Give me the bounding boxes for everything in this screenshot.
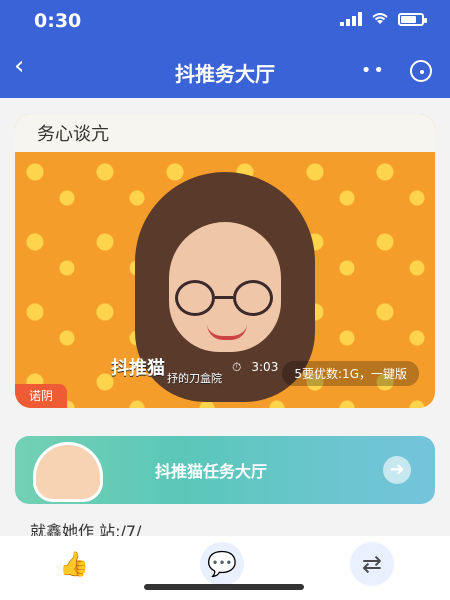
left-lens bbox=[175, 280, 215, 316]
more-button[interactable]: •• bbox=[361, 60, 386, 81]
corner-badge: 诺阴 bbox=[15, 384, 67, 408]
arrow-right-icon: ➜ bbox=[383, 456, 411, 484]
video-time: 3:03 bbox=[251, 360, 279, 374]
home-indicator bbox=[144, 584, 304, 590]
status-icons bbox=[340, 12, 427, 26]
thumbs-up-icon: 👍 bbox=[59, 550, 89, 578]
wifi-icon bbox=[372, 13, 388, 24]
cartoon-avatar bbox=[33, 442, 103, 502]
glasses bbox=[175, 280, 275, 316]
message-button[interactable]: 💬 bbox=[200, 542, 244, 586]
card-top-strip: 务心谈亢 bbox=[15, 114, 435, 152]
status-time: 0:30 bbox=[34, 10, 82, 32]
clock-icon: ⏱ bbox=[232, 359, 242, 374]
glasses-bridge bbox=[215, 296, 233, 299]
right-lens bbox=[233, 280, 273, 316]
banner-text: 抖推猫任务大厅 bbox=[155, 462, 268, 481]
more-dots-icon: •• bbox=[360, 60, 386, 81]
video-card[interactable]: 务心谈亢 抖推猫 抒的刀盒院 ⏱ 3:03 5要优数:1G，一键版 诺阴 bbox=[15, 114, 435, 408]
swap-button[interactable]: ⇄ bbox=[350, 542, 394, 586]
task-banner[interactable]: 抖推猫任务大厅 ➜ bbox=[15, 436, 435, 504]
partial-text: 就鑫她作 站:/7/ bbox=[30, 522, 142, 536]
swap-arrows-icon: ⇄ bbox=[361, 550, 383, 578]
page-content: 务心谈亢 抖推猫 抒的刀盒院 ⏱ 3:03 5要优数:1G，一键版 诺阴 抖推猫… bbox=[0, 98, 450, 536]
bottom-bar: 👍 💬 ⇄ bbox=[0, 536, 450, 600]
battery-icon bbox=[398, 12, 427, 26]
card-top-label: 务心谈亢 bbox=[37, 124, 109, 145]
target-button[interactable] bbox=[410, 60, 432, 82]
battery-fill bbox=[401, 15, 416, 23]
chat-bubble-icon: 💬 bbox=[207, 550, 237, 578]
signal-bars-icon bbox=[340, 12, 362, 26]
logo-title: 抖推猫 bbox=[111, 358, 165, 379]
logo-subtitle: 抒的刀盒院 bbox=[167, 372, 222, 385]
stats-pill: 5要优数:1G，一键版 bbox=[282, 361, 419, 386]
header: 0:30 ‹ 抖推务大厅 •• bbox=[0, 0, 450, 98]
like-button[interactable]: 👍 bbox=[52, 542, 96, 586]
